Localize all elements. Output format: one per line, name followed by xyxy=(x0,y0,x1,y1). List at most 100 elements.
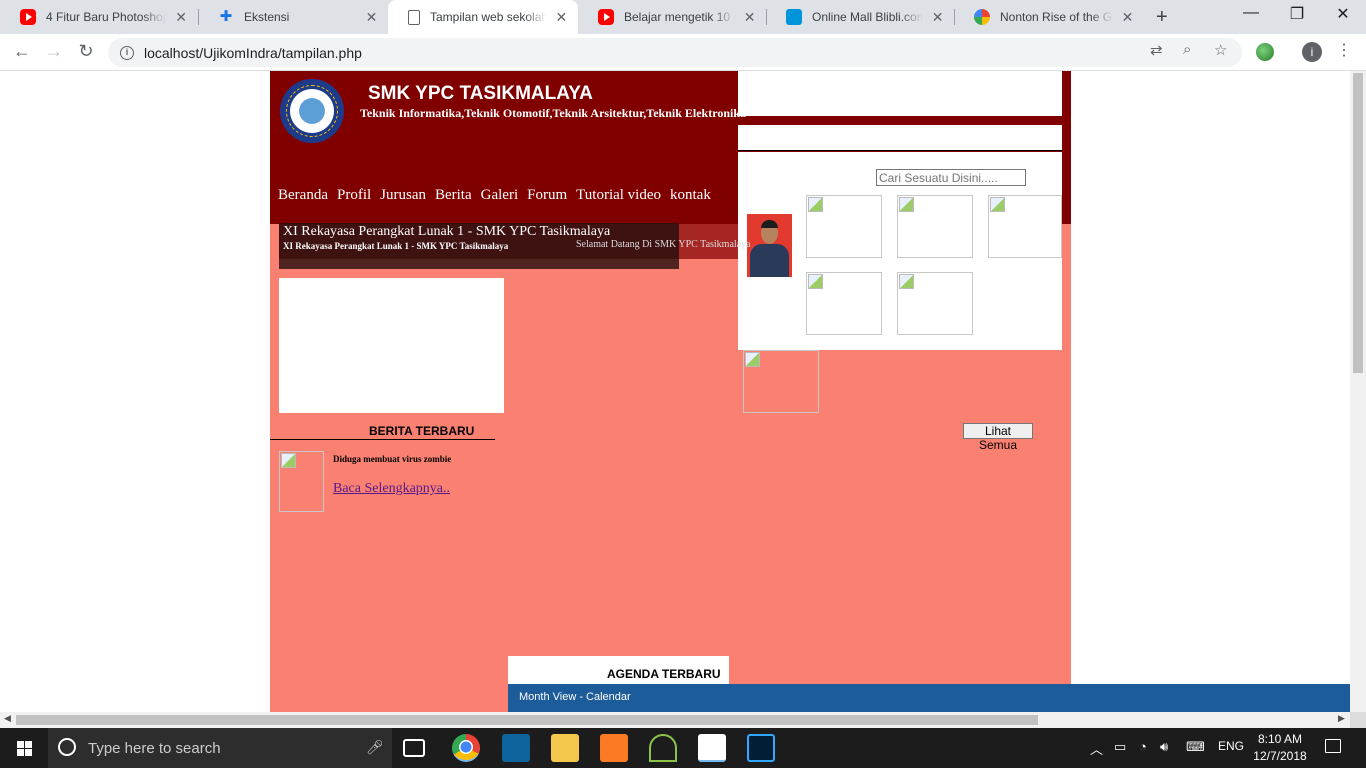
nav-jurusan[interactable]: Jurusan xyxy=(380,187,426,204)
minimize-icon[interactable]: — xyxy=(1228,4,1274,22)
photos-icon[interactable] xyxy=(698,734,726,762)
action-center-icon[interactable] xyxy=(1325,739,1341,753)
scroll-thumb[interactable] xyxy=(1353,73,1363,373)
tab-title: Ekstensi xyxy=(244,10,290,24)
menu-icon[interactable]: ⋮ xyxy=(1336,40,1352,60)
url-text: localhost/UjikomIndra/tampilan.php xyxy=(144,44,362,61)
gallery-image[interactable] xyxy=(806,272,882,335)
tab-close-icon[interactable]: ✕ xyxy=(174,9,188,26)
tab-2[interactable]: ✚ Ekstensi ✕ xyxy=(198,0,388,34)
translate-icon[interactable]: ⇄ xyxy=(1150,41,1163,59)
tab-title: Tampilan web sekolah xyxy=(430,10,547,24)
bookmark-star-icon[interactable]: ☆ xyxy=(1214,41,1227,59)
calendar-title: Month View - Calendar xyxy=(519,691,631,703)
file-explorer-icon[interactable] xyxy=(551,734,579,762)
horizontal-scrollbar[interactable]: ◀ ▶ xyxy=(0,712,1350,728)
news-thumbnail[interactable] xyxy=(279,451,324,512)
page-icon xyxy=(408,9,420,25)
agenda-header-label: AGENDA TERBARU xyxy=(607,667,721,681)
tab-4[interactable]: Belajar mengetik 10 jari ✕ xyxy=(578,0,766,34)
nav-kontak[interactable]: kontak xyxy=(670,187,711,204)
task-view-icon[interactable] xyxy=(403,739,425,757)
scroll-left-icon[interactable]: ◀ xyxy=(4,713,11,724)
wifi-app-icon[interactable] xyxy=(649,734,677,762)
blibli-icon xyxy=(786,9,802,25)
tab-6[interactable]: Nonton Rise of the Guar ✕ xyxy=(954,0,1144,34)
slider-subtitle: XI Rekayasa Perangkat Lunak 1 - SMK YPC … xyxy=(283,241,509,251)
slider-title: XI Rekayasa Perangkat Lunak 1 - SMK YPC … xyxy=(283,224,611,239)
nav-tutorial-video[interactable]: Tutorial video xyxy=(576,187,661,204)
nav-galeri[interactable]: Galeri xyxy=(481,187,518,204)
profile-avatar[interactable]: i xyxy=(1302,42,1322,62)
nav-beranda[interactable]: Beranda xyxy=(278,187,328,204)
tab-close-icon[interactable]: ✕ xyxy=(365,9,378,26)
taskbar-search-placeholder: Type here to search xyxy=(88,740,221,757)
address-bar[interactable]: i localhost/UjikomIndra/tampilan.php xyxy=(108,38,1242,67)
taskbar-search[interactable]: Type here to search 🎤︎ xyxy=(48,728,392,768)
chrome-icon[interactable] xyxy=(452,734,480,762)
clock-time: 8:10 AM xyxy=(1257,732,1303,746)
youtube-icon xyxy=(20,9,36,25)
gallery-image[interactable] xyxy=(743,350,819,413)
system-clock[interactable]: 8:10 AM 12/7/2018 xyxy=(1250,731,1310,765)
new-tab-icon[interactable]: + xyxy=(1156,6,1168,29)
tab-close-icon[interactable]: ✕ xyxy=(1121,9,1134,26)
restore-icon[interactable]: ❐ xyxy=(1274,4,1320,24)
volume-icon[interactable]: 🔊︎ xyxy=(1160,739,1168,755)
school-name: SMK YPC TASIKMALAYA xyxy=(368,83,593,104)
school-logo xyxy=(280,79,344,143)
extension-globe-icon[interactable] xyxy=(1256,43,1274,61)
scroll-right-icon[interactable]: ▶ xyxy=(1338,713,1345,724)
see-all-button[interactable]: Lihat Semua xyxy=(963,423,1033,452)
vscode-icon[interactable] xyxy=(502,734,530,762)
tab-title: Belajar mengetik 10 jari xyxy=(624,10,735,24)
tab-1[interactable]: 4 Fitur Baru Photoshop ✕ xyxy=(0,0,198,34)
nav-berita[interactable]: Berita xyxy=(435,187,472,204)
network-icon[interactable]: ◔ xyxy=(1139,739,1147,754)
header-white-bar xyxy=(738,125,1062,151)
news-header: BERITA TERBARU xyxy=(270,423,495,440)
gallery-image[interactable] xyxy=(988,195,1062,258)
language-indicator[interactable]: ENG xyxy=(1218,739,1244,753)
forward-icon[interactable]: → xyxy=(42,41,66,62)
browser-toolbar: ← → ↻ i localhost/UjikomIndra/tampilan.p… xyxy=(0,34,1366,71)
search-input[interactable] xyxy=(876,169,1026,186)
tab-5[interactable]: Online Mall Blibli.com, S ✕ xyxy=(766,0,954,34)
gallery-image[interactable] xyxy=(897,195,973,258)
vertical-scrollbar[interactable] xyxy=(1350,71,1366,712)
chevron-up-icon[interactable]: ︿ xyxy=(1090,739,1103,758)
cortana-icon xyxy=(58,738,76,756)
calendar-bar[interactable]: Month View - Calendar xyxy=(508,684,1350,712)
info-icon[interactable]: i xyxy=(120,45,134,60)
agenda-header: AGENDA TERBARU xyxy=(508,656,729,686)
close-window-icon[interactable]: ✕ xyxy=(1320,4,1366,24)
windows-start-icon[interactable] xyxy=(0,728,48,768)
gallery-image[interactable] xyxy=(806,195,882,258)
principal-photo xyxy=(747,214,792,277)
welcome-marquee: Selamat Datang Di SMK YPC Tasikmalaya xyxy=(576,239,751,250)
tab-title: Online Mall Blibli.com, S xyxy=(812,10,924,24)
reload-icon[interactable]: ↻ xyxy=(74,41,98,62)
nav-forum[interactable]: Forum xyxy=(527,187,567,204)
xampp-icon[interactable] xyxy=(600,734,628,762)
tab-close-icon[interactable]: ✕ xyxy=(555,9,568,26)
read-more-link[interactable]: Baca Selengkapnya.. xyxy=(333,481,450,497)
back-icon[interactable]: ← xyxy=(10,41,34,62)
microphone-icon[interactable]: 🎤︎ xyxy=(366,739,384,756)
photoshop-icon[interactable] xyxy=(747,734,775,762)
gallery-image[interactable] xyxy=(897,272,973,335)
header-white-panel xyxy=(738,71,1062,116)
news-item-title: Diduga membuat virus zombie xyxy=(333,454,452,464)
page-viewport: SMK YPC TASIKMALAYA Teknik Informatika,T… xyxy=(0,71,1350,712)
keyboard-icon[interactable]: ⌨ xyxy=(1186,739,1205,755)
tab-title: Nonton Rise of the Guar xyxy=(1000,10,1113,24)
nav-profil[interactable]: Profil xyxy=(337,187,371,204)
scroll-thumb[interactable] xyxy=(16,715,1038,725)
puzzle-icon: ✚ xyxy=(219,8,233,25)
scroll-corner xyxy=(1350,712,1366,728)
zoom-icon[interactable]: ⌕ xyxy=(1183,41,1191,58)
tab-3-active[interactable]: Tampilan web sekolah ✕ xyxy=(388,0,578,34)
tab-close-icon[interactable]: ✕ xyxy=(931,9,944,26)
battery-icon[interactable]: ▭ xyxy=(1114,739,1126,755)
tab-close-icon[interactable]: ✕ xyxy=(743,9,756,26)
